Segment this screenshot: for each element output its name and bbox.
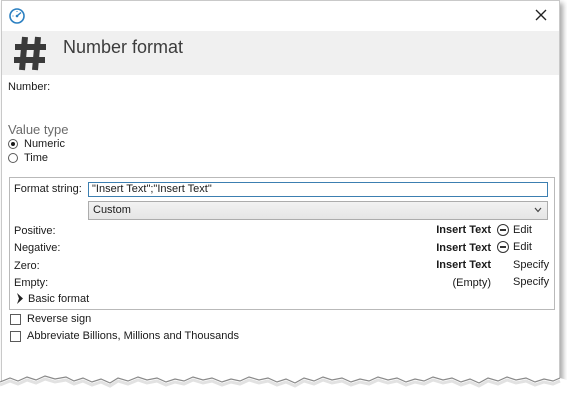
dialog-title: Number format <box>63 37 184 57</box>
chevron-down-icon <box>534 207 542 213</box>
close-icon[interactable] <box>531 5 551 25</box>
abbreviate-checkbox[interactable] <box>10 331 21 342</box>
empty-label: Empty: <box>14 277 49 289</box>
format-string-label: Format string: <box>14 183 82 195</box>
gauge-icon <box>9 8 25 24</box>
basic-format-toggle[interactable]: Basic format <box>28 293 89 305</box>
number-label: Number: <box>8 81 51 93</box>
minus-circle-icon[interactable] <box>497 241 509 253</box>
format-preset-dropdown[interactable]: Custom <box>88 201 548 220</box>
title-bar <box>2 1 559 31</box>
time-radio[interactable] <box>8 153 18 163</box>
zero-specify-link[interactable]: Specify <box>513 259 549 271</box>
reverse-sign-checkbox[interactable] <box>10 314 21 325</box>
value-type-title: Value type <box>8 122 69 137</box>
negative-label: Negative: <box>14 242 61 254</box>
zero-label: Zero: <box>14 260 40 272</box>
minus-circle-icon[interactable] <box>497 224 509 236</box>
positive-label: Positive: <box>14 225 56 237</box>
chevron-right-icon[interactable] <box>16 293 24 304</box>
empty-specify-link[interactable]: Specify <box>513 276 549 288</box>
numeric-radio-label[interactable]: Numeric <box>24 138 65 150</box>
positive-edit-link[interactable]: Edit <box>513 224 532 236</box>
hash-icon <box>14 36 46 71</box>
number-format-dialog: Number format Number: Value type Numeric… <box>1 0 560 397</box>
time-radio-label[interactable]: Time <box>24 152 48 164</box>
zero-value: Insert Text <box>436 259 491 271</box>
negative-edit-link[interactable]: Edit <box>513 241 532 253</box>
torn-edge-decoration <box>0 375 567 415</box>
format-preset-value: Custom <box>93 204 131 216</box>
reverse-sign-label[interactable]: Reverse sign <box>27 313 91 325</box>
abbreviate-label[interactable]: Abbreviate Billions, Millions and Thousa… <box>27 330 239 342</box>
dialog-header: Number format <box>2 31 559 75</box>
numeric-radio[interactable] <box>8 139 18 149</box>
empty-value: (Empty) <box>452 277 492 289</box>
positive-value: Insert Text <box>436 224 491 236</box>
negative-value: Insert Text <box>436 242 491 254</box>
format-string-input[interactable]: "Insert Text";"Insert Text" <box>88 182 548 197</box>
